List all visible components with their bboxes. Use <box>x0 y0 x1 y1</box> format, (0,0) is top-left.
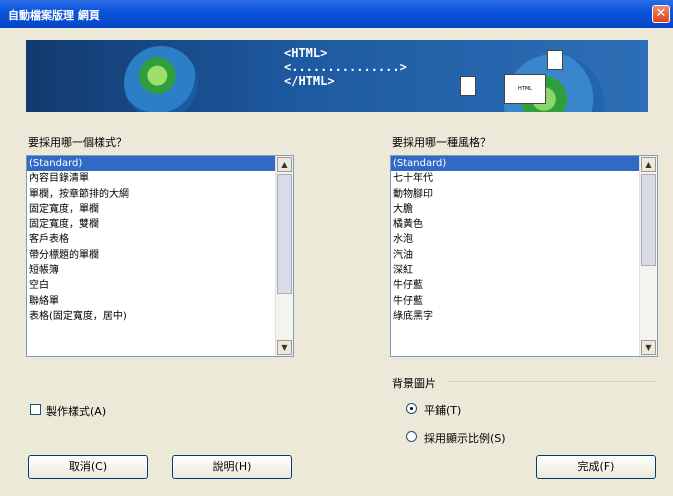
cancel-button[interactable]: 取消(C) <box>28 455 148 479</box>
scroll-thumb[interactable] <box>277 174 292 294</box>
code-line: <HTML> <box>284 46 328 60</box>
list-item[interactable]: (Standard) <box>391 156 640 172</box>
tile-radio[interactable] <box>406 403 417 414</box>
list-item[interactable]: 水泡 <box>391 232 640 247</box>
wizard-banner: <HTML> <...............> </HTML> HTML <box>26 40 648 112</box>
list-item[interactable]: 動物腳印 <box>391 187 640 202</box>
list-item[interactable]: 內容目錄清單 <box>27 171 276 186</box>
list-item[interactable]: 橘黃色 <box>391 217 640 232</box>
list-item[interactable]: 七十年代 <box>391 171 640 186</box>
list-item[interactable]: 帶分標題的單欄 <box>27 248 276 263</box>
list-item[interactable]: 牛仔藍 <box>391 294 640 309</box>
close-button[interactable]: ✕ <box>652 5 670 23</box>
list-item[interactable]: 短帳簿 <box>27 263 276 278</box>
list-item[interactable]: 汽油 <box>391 248 640 263</box>
globe-icon <box>124 46 198 112</box>
document-icon <box>460 76 476 96</box>
background-image-label: 背景圖片 <box>392 377 436 390</box>
scroll-up-button[interactable]: ▲ <box>641 157 656 172</box>
scroll-up-button[interactable]: ▲ <box>277 157 292 172</box>
vertical-scrollbar[interactable]: ▲ ▼ <box>639 156 657 356</box>
list-item[interactable]: 綠底黑字 <box>391 309 640 324</box>
list-item[interactable]: 牛仔藍 <box>391 278 640 293</box>
list-item[interactable]: 固定寬度，雙欄 <box>27 217 276 232</box>
window-title: 自動檔案版理 網頁 <box>8 9 100 22</box>
list-item[interactable]: 聯絡單 <box>27 294 276 309</box>
scale-radio[interactable] <box>406 431 417 442</box>
list-item[interactable]: 單欄，按章節排的大綱 <box>27 187 276 202</box>
document-icon <box>547 50 563 70</box>
scroll-down-button[interactable]: ▼ <box>641 340 656 355</box>
style-listbox[interactable]: (Standard) 七十年代 動物腳印 大膽 橘黃色 水泡 汽油 深紅 牛仔藍… <box>390 155 658 357</box>
layout-listbox[interactable]: (Standard) 內容目錄清單 單欄，按章節排的大綱 固定寬度，單欄 固定寬… <box>26 155 294 357</box>
list-item[interactable]: 空白 <box>27 278 276 293</box>
style-prompt: 要採用哪一種風格？ <box>392 136 491 149</box>
html-document-icon: HTML <box>504 74 546 104</box>
scroll-thumb[interactable] <box>641 174 656 266</box>
scale-radio-label: 採用顯示比例(S) <box>424 432 506 445</box>
list-item[interactable]: 大膽 <box>391 202 640 217</box>
code-line: <...............> <box>284 60 407 74</box>
customize-checkbox[interactable] <box>30 404 41 415</box>
list-item[interactable]: 深紅 <box>391 263 640 278</box>
layout-prompt: 要採用哪一個樣式？ <box>28 136 127 149</box>
code-line: </HTML> <box>284 74 335 88</box>
help-button[interactable]: 說明(H) <box>172 455 292 479</box>
list-item[interactable]: 固定寬度，單欄 <box>27 202 276 217</box>
vertical-scrollbar[interactable]: ▲ ▼ <box>275 156 293 356</box>
list-item[interactable]: (Standard) <box>27 156 276 172</box>
list-item[interactable]: 表格(固定寬度，居中) <box>27 309 276 324</box>
finish-button[interactable]: 完成(F) <box>536 455 656 479</box>
group-divider <box>448 381 656 382</box>
html-code-graphic: <HTML> <...............> </HTML> <box>284 46 407 88</box>
tile-radio-label: 平鋪(T) <box>424 404 462 417</box>
list-item[interactable]: 客戶表格 <box>27 232 276 247</box>
scroll-down-button[interactable]: ▼ <box>277 340 292 355</box>
customize-label: 製作樣式(A) <box>46 405 107 418</box>
title-bar: 自動檔案版理 網頁 ✕ <box>0 0 673 28</box>
